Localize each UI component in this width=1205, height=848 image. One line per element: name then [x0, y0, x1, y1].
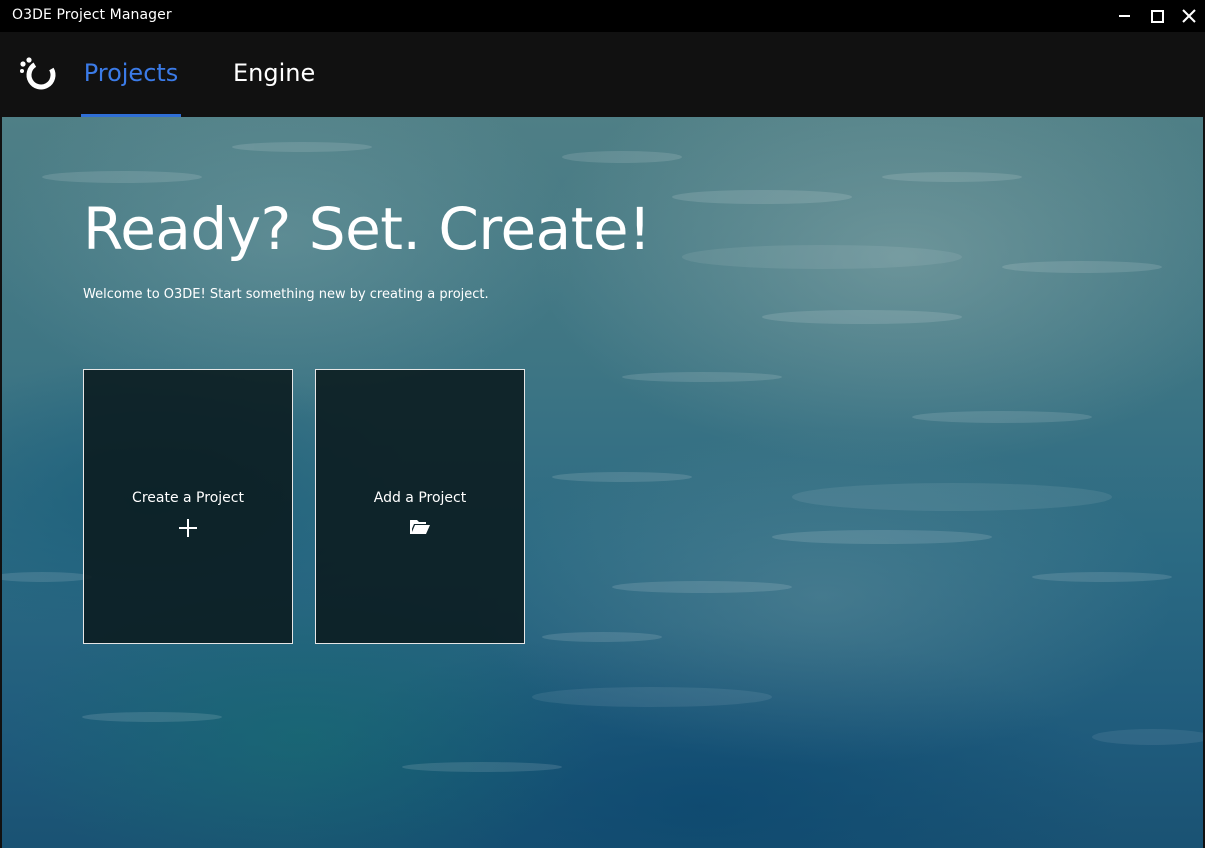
close-button[interactable]: [1173, 0, 1205, 32]
title-bar: O3DE Project Manager: [0, 0, 1205, 32]
tab-engine-label: Engine: [233, 59, 316, 87]
minimize-button[interactable]: [1109, 0, 1141, 32]
app-header: Projects Engine: [2, 32, 1203, 117]
project-manager-window: O3DE Project Manager Projects Engine Rea…: [0, 0, 1205, 848]
close-icon: [1182, 9, 1196, 23]
maximize-button[interactable]: [1141, 0, 1173, 32]
window-controls: [1109, 0, 1205, 32]
add-project-button[interactable]: Add a Project: [315, 369, 525, 644]
tab-engine[interactable]: Engine: [233, 32, 315, 117]
folder-open-icon: [410, 520, 430, 534]
minimize-icon: [1119, 15, 1130, 17]
hero-subtext: Welcome to O3DE! Start something new by …: [83, 287, 489, 302]
create-project-button[interactable]: Create a Project: [83, 369, 293, 644]
ocean-background: Ready? Set. Create! Welcome to O3DE! Sta…: [2, 117, 1203, 848]
add-project-label: Add a Project: [373, 490, 467, 506]
create-project-label: Create a Project: [132, 490, 244, 506]
maximize-icon: [1151, 10, 1164, 23]
o3de-logo-icon: [20, 57, 56, 90]
tab-projects[interactable]: Projects: [81, 32, 181, 117]
tab-projects-label: Projects: [83, 59, 179, 87]
hero-headline: Ready? Set. Create!: [83, 195, 651, 263]
window-title: O3DE Project Manager: [12, 7, 172, 23]
plus-icon: [179, 519, 197, 537]
